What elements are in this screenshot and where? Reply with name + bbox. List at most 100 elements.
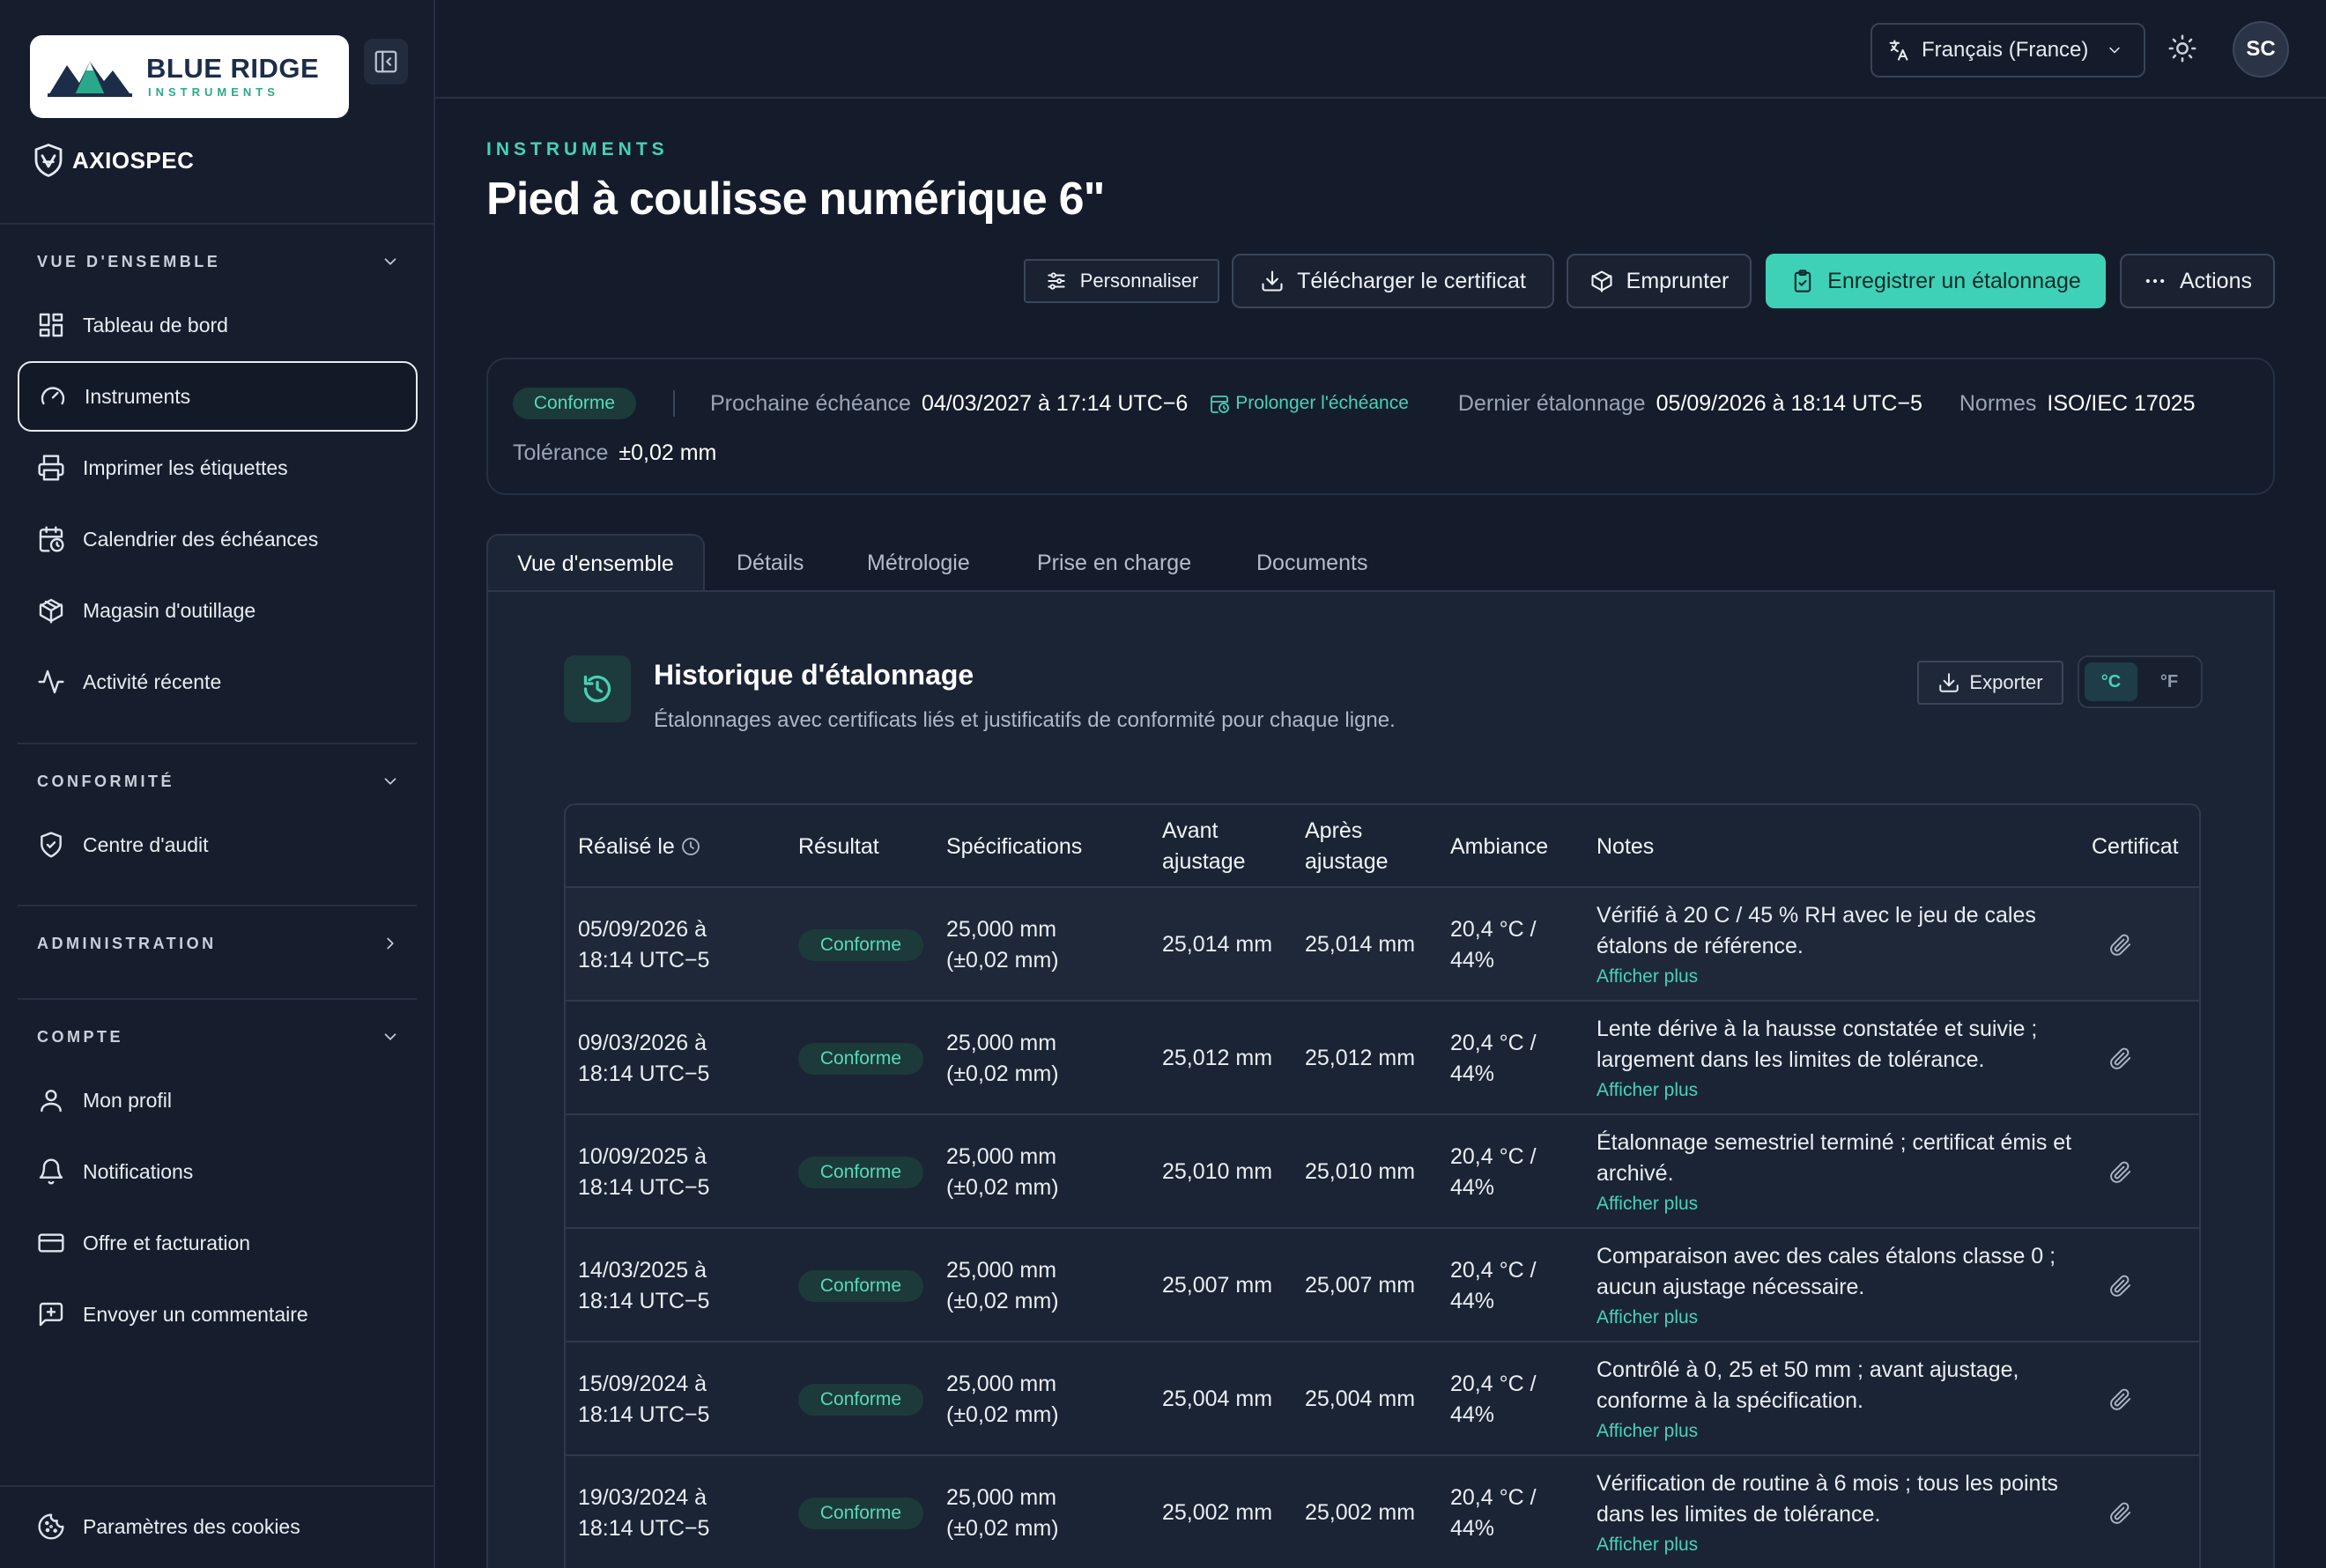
certificate-attachment-button[interactable] — [2109, 888, 2132, 1002]
chevron-down-icon — [384, 1033, 396, 1040]
divider — [0, 1485, 435, 1487]
calendar-clock-icon — [39, 526, 64, 552]
brand-logo[interactable]: BLUE RIDGE INSTRUMENTS — [30, 35, 349, 118]
sidebar-item-audit-center[interactable]: Centre d'audit — [18, 810, 418, 880]
certificate-attachment-button[interactable] — [2109, 1342, 2132, 1456]
table-row[interactable]: 05/09/2026 à 18:14 UTC−5 Conforme 25,000 mm… — [566, 888, 2199, 1002]
result-cell: Conforme — [798, 1002, 923, 1115]
after-cell: 25,010 mm — [1305, 1159, 1416, 1184]
sidebar-item-label: Envoyer un commentaire — [83, 1302, 308, 1326]
sidebar-item-due-calendar[interactable]: Calendrier des échéances — [18, 504, 418, 574]
tab-support[interactable]: Prise en charge — [1037, 534, 1191, 592]
button-label: Enregistrer un étalonnage — [1827, 268, 2081, 293]
sidebar-item-label: Offre et facturation — [83, 1231, 251, 1254]
sidebar-item-cookie-settings[interactable]: Paramètres des cookies — [18, 1491, 418, 1562]
collapse-sidebar-button[interactable] — [364, 39, 408, 85]
show-more-link[interactable]: Afficher plus — [1596, 1532, 1698, 1557]
before-cell: 25,002 mm — [1162, 1500, 1273, 1525]
brand-name: BLUE RIDGE — [146, 53, 320, 84]
section-title: COMPTE — [37, 1027, 124, 1046]
button-label: Télécharger le certificat — [1297, 268, 1526, 293]
theme-toggle-button[interactable] — [2167, 33, 2197, 63]
sidebar-item-billing[interactable]: Offre et facturation — [18, 1208, 418, 1278]
certificate-attachment-button[interactable] — [2109, 1115, 2132, 1229]
table-row[interactable]: 09/03/2026 à 18:14 UTC−5 Conforme 25,000 mm… — [566, 1002, 2199, 1115]
date-value: 10/09/2025 à — [578, 1143, 707, 1169]
certificate-attachment-button[interactable] — [2109, 1456, 2132, 1568]
clipboard-check-icon — [1794, 270, 1811, 292]
user-avatar[interactable]: SC — [2233, 21, 2289, 78]
sidebar-item-label: Centre d'audit — [83, 832, 209, 856]
extend-due-link[interactable]: Prolonger l'échéance — [1209, 393, 1409, 414]
result-cell: Conforme — [798, 1229, 923, 1342]
unit-celsius-option[interactable]: °C — [2085, 662, 2137, 701]
more-actions-button[interactable]: Actions — [2120, 254, 2275, 308]
borrow-button[interactable]: Emprunter — [1567, 254, 1752, 308]
section-header-compliance[interactable]: CONFORMITÉ — [37, 772, 400, 791]
divider — [0, 223, 435, 225]
tab-details[interactable]: Détails — [737, 534, 804, 592]
tab-overview[interactable]: Vue d'ensemble — [486, 534, 705, 592]
extend-due-label: Prolonger l'échéance — [1235, 393, 1409, 413]
tab-metrology[interactable]: Métrologie — [867, 534, 970, 592]
spec-tolerance: (±0,02 mm) — [946, 1174, 1059, 1200]
show-more-link[interactable]: Afficher plus — [1596, 1077, 1698, 1103]
spec-nominal: 25,000 mm — [946, 1257, 1057, 1283]
sidebar-item-feedback[interactable]: Envoyer un commentaire — [18, 1279, 418, 1350]
column-header-before: Avant ajustage — [1162, 818, 1246, 874]
show-more-link[interactable]: Afficher plus — [1596, 1305, 1698, 1330]
divider — [18, 743, 417, 744]
record-calibration-button[interactable]: Enregistrer un étalonnage — [1766, 254, 2106, 308]
product-name: AXIOSPEC — [72, 146, 195, 174]
table-row[interactable]: 19/03/2024 à 18:14 UTC−5 Conforme 25,000 mm… — [566, 1456, 2199, 1568]
sidebar-item-recent-activity[interactable]: Activité récente — [18, 647, 418, 717]
customize-button[interactable]: Personnaliser — [1024, 259, 1219, 303]
show-more-link[interactable]: Afficher plus — [1596, 1418, 1698, 1444]
before-cell: 25,014 mm — [1162, 932, 1273, 957]
activity-icon — [38, 669, 64, 694]
section-header-overview[interactable]: VUE D'ENSEMBLE — [37, 252, 400, 271]
sidebar-item-dashboard[interactable]: Tableau de bord — [18, 290, 418, 360]
brand-subtitle: INSTRUMENTS — [148, 85, 279, 99]
ambient-temp: 20,4 °C / — [1450, 916, 1537, 942]
spec-cell: 25,000 mm (±0,02 mm) — [946, 1229, 1059, 1342]
section-header-administration[interactable]: ADMINISTRATION — [37, 934, 400, 953]
sidebar-item-tool-store[interactable]: Magasin d'outillage — [18, 575, 418, 646]
table-row[interactable]: 15/09/2024 à 18:14 UTC−5 Conforme 25,000 mm… — [566, 1342, 2199, 1456]
tolerance-label: Tolérance — [513, 440, 609, 465]
certificate-attachment-button[interactable] — [2109, 1002, 2132, 1115]
show-more-link[interactable]: Afficher plus — [1596, 964, 1698, 989]
ambient-temp: 20,4 °C / — [1450, 1143, 1537, 1169]
certificate-attachment-button[interactable] — [2109, 1229, 2132, 1342]
next-due-value: 04/03/2027 à 17:14 UTC−6 — [921, 390, 1189, 416]
panel-left-close-icon — [374, 50, 397, 73]
spec-tolerance: (±0,02 mm) — [946, 1061, 1059, 1086]
sidebar-item-my-profile[interactable]: Mon profil — [18, 1065, 418, 1135]
column-header-ambient: Ambiance — [1450, 833, 1549, 859]
section-header-account[interactable]: COMPTE — [37, 1027, 400, 1047]
language-select[interactable]: Français (France) — [1870, 23, 2145, 78]
tab-documents[interactable]: Documents — [1256, 534, 1367, 592]
sidebar-item-notifications[interactable]: Notifications — [18, 1136, 418, 1207]
sidebar-item-instruments[interactable]: Instruments — [18, 361, 418, 432]
spec-nominal: 25,000 mm — [946, 916, 1057, 942]
status-badge: Conforme — [798, 928, 923, 961]
table-row[interactable]: 10/09/2025 à 18:14 UTC−5 Conforme 25,000 mm… — [566, 1115, 2199, 1229]
spec-cell: 25,000 mm (±0,02 mm) — [946, 1115, 1059, 1229]
show-more-link[interactable]: Afficher plus — [1596, 1191, 1698, 1217]
shield-check-icon — [41, 832, 62, 858]
time-value: 18:14 UTC−5 — [578, 1515, 710, 1541]
history-icon — [583, 675, 611, 703]
sidebar-item-label: Instruments — [85, 384, 191, 408]
breadcrumb[interactable]: INSTRUMENTS — [486, 139, 669, 160]
status-badge: Conforme — [798, 1383, 923, 1416]
column-header-date[interactable]: Réalisé le — [578, 805, 701, 888]
export-button[interactable]: Exporter — [1917, 661, 2063, 705]
history-icon-badge — [564, 655, 631, 722]
download-certificate-button[interactable]: Télécharger le certificat — [1232, 254, 1554, 308]
table-row[interactable]: 14/03/2025 à 18:14 UTC−5 Conforme 25,000 mm… — [566, 1229, 2199, 1342]
ambient-humidity: 44% — [1450, 1515, 1495, 1541]
unit-fahrenheit-option[interactable]: °F — [2143, 662, 2196, 701]
column-label: Réalisé le — [578, 833, 675, 859]
sidebar-item-print-labels[interactable]: Imprimer les étiquettes — [18, 433, 418, 503]
